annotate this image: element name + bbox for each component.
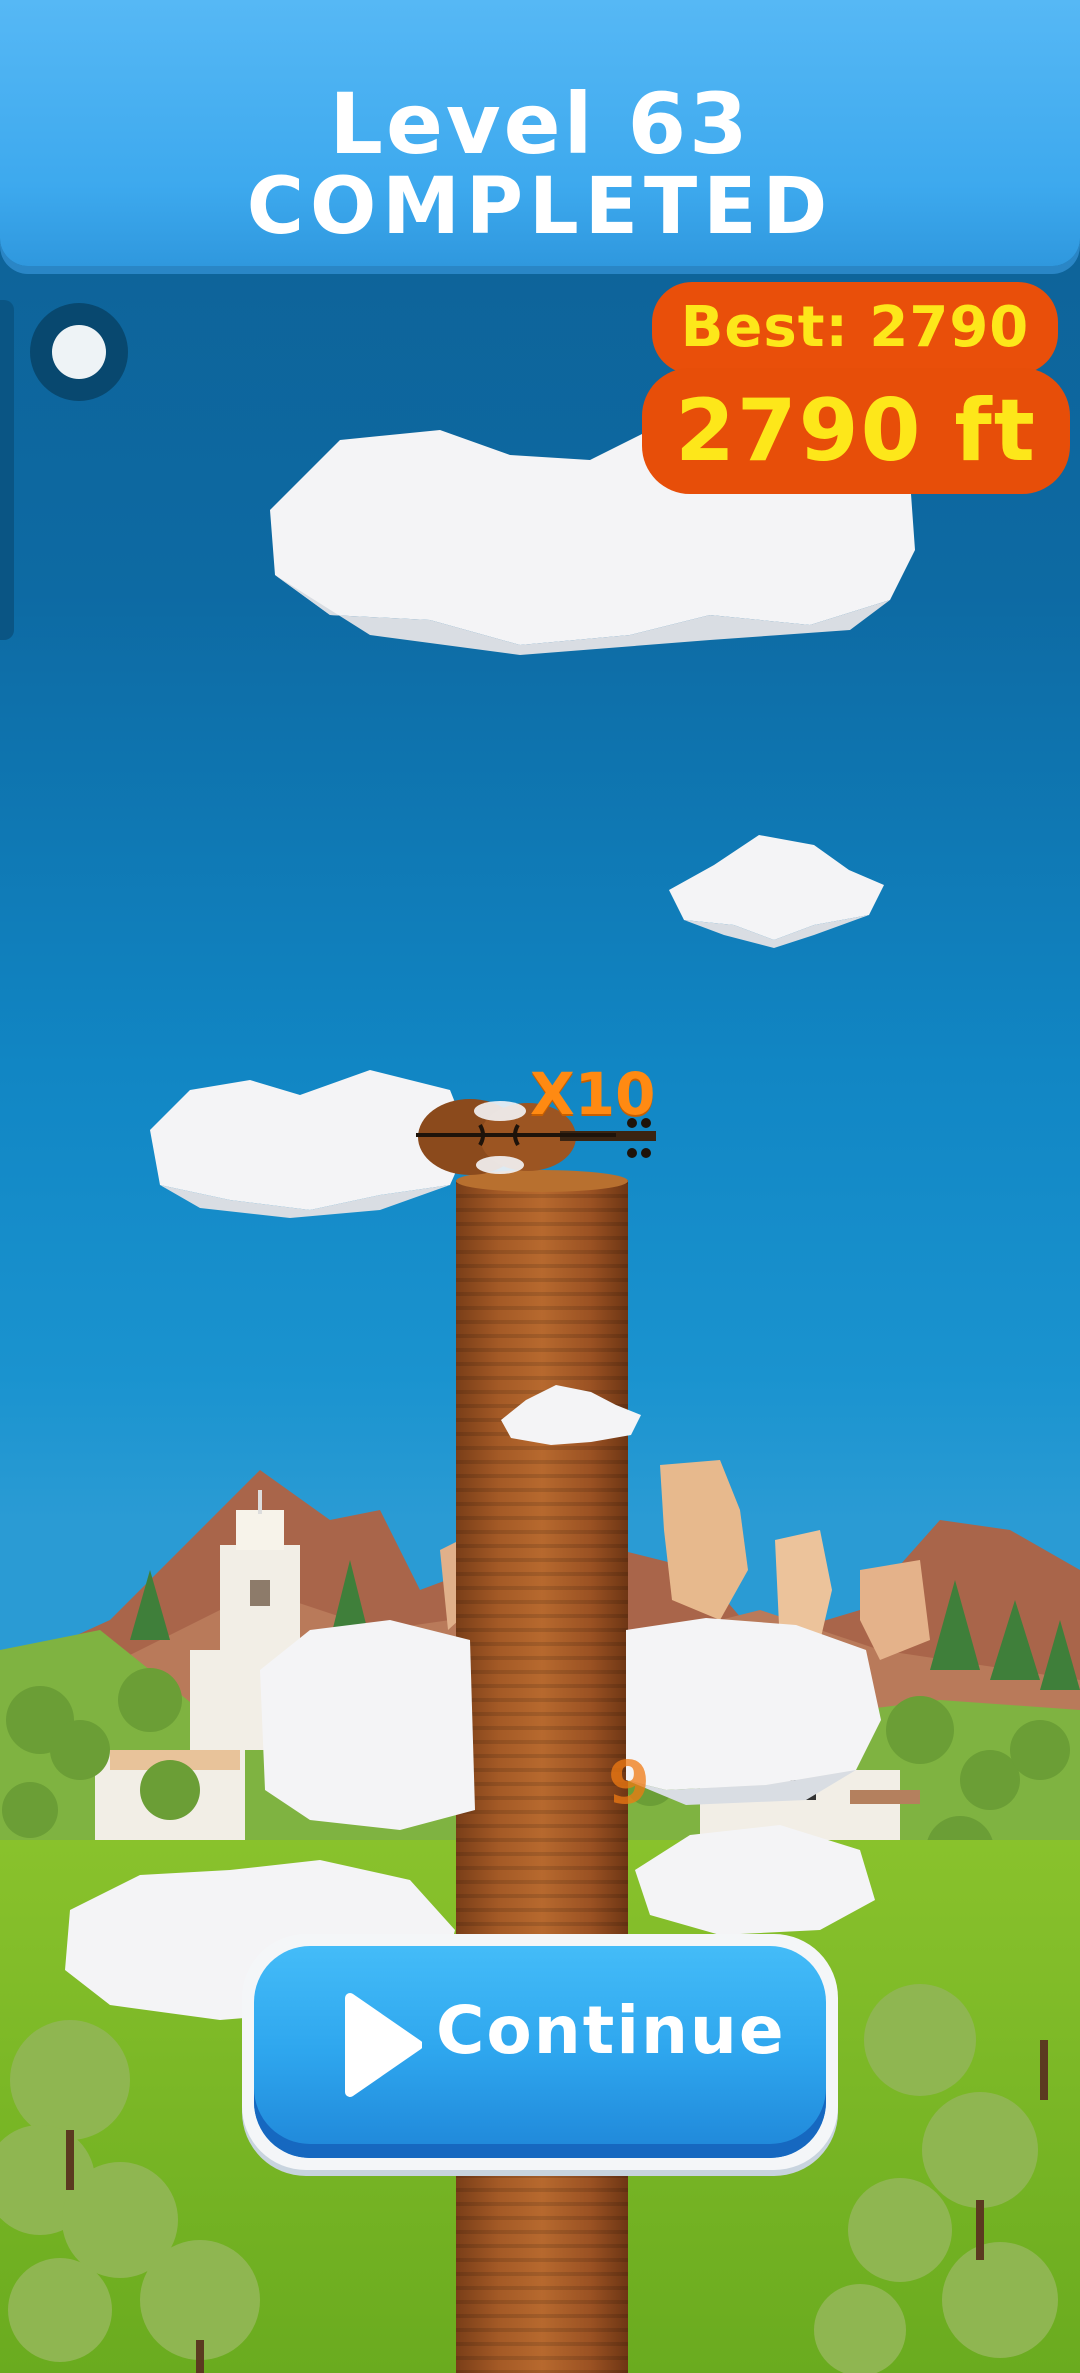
height-score-badge: 2790 ft	[642, 368, 1070, 494]
continue-button[interactable]: Continue	[242, 1934, 838, 2170]
cloud-bottom-right	[635, 1825, 875, 1935]
level-complete-banner: Level 63 COMPLETED	[0, 0, 1080, 266]
multiplier-label: X10	[530, 1060, 656, 1128]
stacked-tower	[456, 1180, 628, 2373]
faded-multiplier: 9	[608, 1748, 650, 1818]
play-icon	[345, 1993, 422, 2097]
cloud-lower-right	[626, 1618, 881, 1805]
level-title: Level 63	[329, 75, 751, 173]
completed-label: COMPLETED	[246, 162, 834, 252]
cloud-lower-left	[260, 1620, 475, 1830]
continue-label: Continue	[436, 1992, 786, 2069]
cloud-tower	[501, 1385, 641, 1445]
continue-button-face[interactable]: Continue	[254, 1946, 826, 2158]
cloud-small	[669, 835, 884, 948]
best-score-badge: Best: 2790	[652, 282, 1058, 374]
side-panel-edge[interactable]	[0, 300, 14, 640]
toggle-knob-icon	[52, 325, 106, 379]
